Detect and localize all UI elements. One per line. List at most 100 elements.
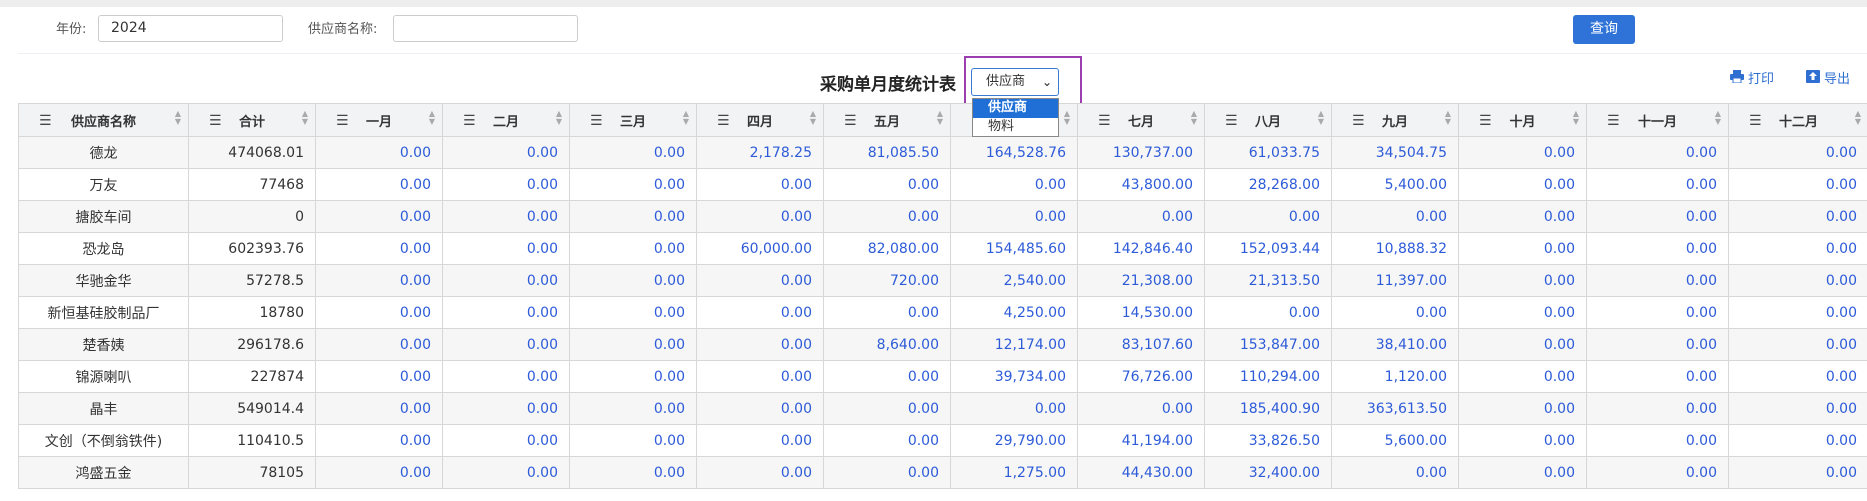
month-cell: 153,847.00: [1204, 328, 1332, 361]
month-cell: 0.00: [315, 136, 443, 169]
month-cell: 0.00: [442, 360, 570, 393]
month-cell: 110,294.00: [1204, 360, 1332, 393]
table-row[interactable]: 华驰金华 57278.5 0.00 0.00 0.00 0.00 720.00 2,540.0…: [18, 264, 1867, 297]
sort-icon[interactable]: ▲ ▼: [1318, 110, 1324, 126]
column-menu-icon[interactable]: ☰: [590, 113, 603, 129]
column-header[interactable]: ☰ 三月 ▲ ▼: [569, 103, 697, 137]
export-button[interactable]: 导出: [1806, 68, 1850, 87]
sort-icon[interactable]: ▲ ▼: [683, 110, 689, 126]
column-header-label: 供应商名称: [70, 114, 136, 130]
query-button[interactable]: 查询: [1573, 15, 1635, 44]
print-button[interactable]: 打印: [1730, 68, 1774, 87]
column-header[interactable]: ☰ 五月 ▲ ▼: [823, 103, 951, 137]
month-cell: 0.00: [696, 424, 824, 457]
table-row[interactable]: 新恒基硅胶制品厂 18780 0.00 0.00 0.00 0.00 0.00 4,250.0…: [18, 296, 1867, 329]
supplier-name-cell: 华驰金华: [18, 264, 189, 297]
month-cell: 0.00: [823, 200, 951, 233]
sort-icon[interactable]: ▲ ▼: [1855, 110, 1861, 126]
month-cell: 0.00: [1586, 456, 1729, 489]
column-menu-icon[interactable]: ☰: [1352, 113, 1365, 129]
month-cell: 0.00: [823, 168, 951, 201]
column-header[interactable]: ☰ 九月 ▲ ▼: [1331, 103, 1459, 137]
table-row[interactable]: 楚香姨 296178.6 0.00 0.00 0.00 0.00 8,640.00 12,17…: [18, 328, 1867, 361]
column-header[interactable]: ☰ 十月 ▲ ▼: [1458, 103, 1587, 137]
month-cell: 0.00: [315, 424, 443, 457]
column-header[interactable]: ☰ 四月 ▲ ▼: [696, 103, 824, 137]
total-cell: 77468: [188, 168, 316, 201]
total-cell: 549014.4: [188, 392, 316, 425]
month-cell: 0.00: [696, 392, 824, 425]
sort-icon[interactable]: ▲ ▼: [1573, 110, 1579, 126]
month-cell: 0.00: [1458, 168, 1587, 201]
table-row[interactable]: 搪胶车间 0 0.00 0.00 0.00 0.00 0.00 0.00 0.00 0.00 0.0…: [18, 200, 1867, 233]
month-cell: 5,400.00: [1331, 168, 1459, 201]
supplier-name-cell: 鸿盛五金: [18, 456, 189, 489]
month-cell: 0.00: [315, 360, 443, 393]
supplier-name-cell: 锦源喇叭: [18, 360, 189, 393]
column-menu-icon[interactable]: ☰: [844, 113, 857, 129]
month-cell: 0.00: [1458, 392, 1587, 425]
column-header[interactable]: ☰ 十一月 ▲ ▼: [1586, 103, 1729, 137]
month-cell: 0.00: [1728, 232, 1867, 265]
column-menu-icon[interactable]: ☰: [463, 113, 476, 129]
month-cell: 0.00: [1586, 200, 1729, 233]
sort-icon[interactable]: ▲ ▼: [429, 110, 435, 126]
column-menu-icon[interactable]: ☰: [39, 113, 52, 129]
supplier-name-cell: 楚香姨: [18, 328, 189, 361]
group-by-option-supplier[interactable]: 供应商: [973, 99, 1058, 118]
month-cell: 60,000.00: [696, 232, 824, 265]
column-header[interactable]: ☰ 一月 ▲ ▼: [315, 103, 443, 137]
column-menu-icon[interactable]: ☰: [1607, 113, 1620, 129]
supplier-name-input[interactable]: [393, 15, 578, 42]
group-by-option-material[interactable]: 物料: [973, 118, 1058, 137]
column-header[interactable]: ☰ 十二月 ▲ ▼: [1728, 103, 1867, 137]
month-cell: 0.00: [1458, 296, 1587, 329]
month-cell: 0.00: [315, 200, 443, 233]
total-cell: 110410.5: [188, 424, 316, 457]
month-cell: 0.00: [315, 232, 443, 265]
column-menu-icon[interactable]: ☰: [209, 113, 222, 129]
sort-icon[interactable]: ▲ ▼: [302, 110, 308, 126]
month-cell: 8,640.00: [823, 328, 951, 361]
column-header[interactable]: ☰ 七月 ▲ ▼: [1077, 103, 1205, 137]
column-menu-icon[interactable]: ☰: [1225, 113, 1238, 129]
report-title: 采购单月度统计表: [820, 75, 956, 95]
month-cell: 0.00: [1728, 456, 1867, 489]
table-row[interactable]: 德龙 474068.01 0.00 0.00 0.00 2,178.25 81,085.50…: [18, 136, 1867, 169]
upload-icon: [1806, 70, 1820, 87]
sort-icon[interactable]: ▲ ▼: [1445, 110, 1451, 126]
column-menu-icon[interactable]: ☰: [1098, 113, 1111, 129]
sort-icon[interactable]: ▲ ▼: [556, 110, 562, 126]
month-cell: 142,846.40: [1077, 232, 1205, 265]
table-row[interactable]: 锦源喇叭 227874 0.00 0.00 0.00 0.00 0.00 39,734.00 7…: [18, 360, 1867, 393]
table-row[interactable]: 文创（不倒翁铁件) 110410.5 0.00 0.00 0.00 0.00 0.00 29,…: [18, 424, 1867, 457]
month-cell: 1,275.00: [950, 456, 1078, 489]
column-menu-icon[interactable]: ☰: [1479, 113, 1492, 129]
column-header[interactable]: ☰ 供应商名称 ▲ ▼: [18, 103, 189, 137]
column-menu-icon[interactable]: ☰: [717, 113, 730, 129]
column-header[interactable]: ☰ 合计 ▲ ▼: [188, 103, 316, 137]
column-header[interactable]: ☰ 八月 ▲ ▼: [1204, 103, 1332, 137]
table-row[interactable]: 恐龙岛 602393.76 0.00 0.00 0.00 60,000.00 82,080.…: [18, 232, 1867, 265]
month-cell: 0.00: [1728, 264, 1867, 297]
month-cell: 0.00: [696, 360, 824, 393]
sort-icon[interactable]: ▲ ▼: [1715, 110, 1721, 126]
month-cell: 0.00: [442, 136, 570, 169]
table-row[interactable]: 鸿盛五金 78105 0.00 0.00 0.00 0.00 0.00 1,275.00 44,…: [18, 456, 1867, 489]
column-menu-icon[interactable]: ☰: [336, 113, 349, 129]
sort-icon[interactable]: ▲ ▼: [810, 110, 816, 126]
month-cell: 0.00: [315, 296, 443, 329]
column-header[interactable]: ☰ 二月 ▲ ▼: [442, 103, 570, 137]
month-cell: 0.00: [569, 264, 697, 297]
printer-icon: [1730, 70, 1744, 87]
month-cell: 14,530.00: [1077, 296, 1205, 329]
sort-icon[interactable]: ▲ ▼: [1064, 110, 1070, 126]
year-input[interactable]: 2024: [98, 15, 283, 42]
filter-bar: 年份: 2024 供应商名称: 查询: [0, 0, 1867, 52]
sort-icon[interactable]: ▲ ▼: [175, 110, 181, 126]
sort-icon[interactable]: ▲ ▼: [937, 110, 943, 126]
table-row[interactable]: 晶丰 549014.4 0.00 0.00 0.00 0.00 0.00 0.00 0.00 18…: [18, 392, 1867, 425]
sort-icon[interactable]: ▲ ▼: [1191, 110, 1197, 126]
column-menu-icon[interactable]: ☰: [1749, 113, 1762, 129]
table-row[interactable]: 万友 77468 0.00 0.00 0.00 0.00 0.00 0.00 43,800.00…: [18, 168, 1867, 201]
